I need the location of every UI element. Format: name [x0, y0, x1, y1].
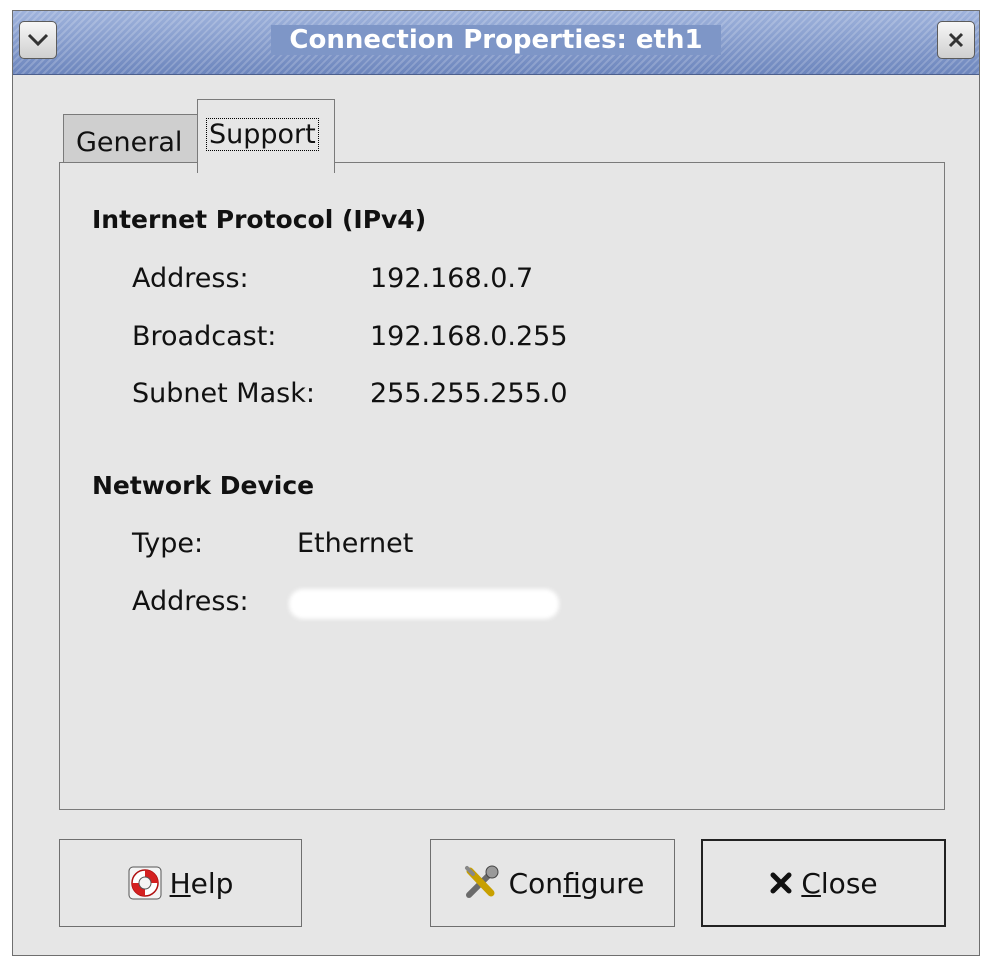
x-icon — [769, 871, 793, 895]
connection-properties-window: Connection Properties: eth1 General Supp… — [12, 10, 980, 956]
subnet-mask-label: Subnet Mask: — [132, 378, 315, 409]
title-bar[interactable]: Connection Properties: eth1 — [13, 11, 979, 75]
close-button-label: Close — [801, 866, 878, 900]
device-address-label: Address: — [132, 586, 249, 617]
tab-support-label: Support — [206, 118, 319, 151]
broadcast-label: Broadcast: — [132, 321, 277, 352]
redacted-mac-address — [289, 589, 559, 619]
lifebuoy-icon — [128, 866, 162, 900]
tab-support[interactable]: Support — [197, 99, 335, 173]
network-device-heading: Network Device — [92, 471, 315, 500]
ipv4-address-value: 192.168.0.7 — [370, 263, 534, 294]
device-type-value: Ethernet — [297, 528, 414, 559]
device-type-label: Type: — [132, 528, 204, 559]
configure-button[interactable]: Configure — [430, 839, 675, 927]
tab-general-label: General — [76, 127, 183, 158]
help-button[interactable]: Help — [59, 839, 302, 927]
configure-button-label: Configure — [508, 866, 645, 900]
tools-icon — [461, 863, 501, 903]
close-icon — [947, 31, 965, 49]
ipv4-address-label: Address: — [132, 263, 249, 294]
window-close-button[interactable] — [937, 21, 975, 59]
ipv4-heading: Internet Protocol (IPv4) — [92, 205, 427, 234]
broadcast-value: 192.168.0.255 — [370, 321, 568, 352]
help-button-label: Help — [169, 866, 234, 900]
window-title: Connection Properties: eth1 — [13, 25, 979, 55]
close-button[interactable]: Close — [701, 839, 946, 927]
subnet-mask-value: 255.255.255.0 — [370, 378, 568, 409]
